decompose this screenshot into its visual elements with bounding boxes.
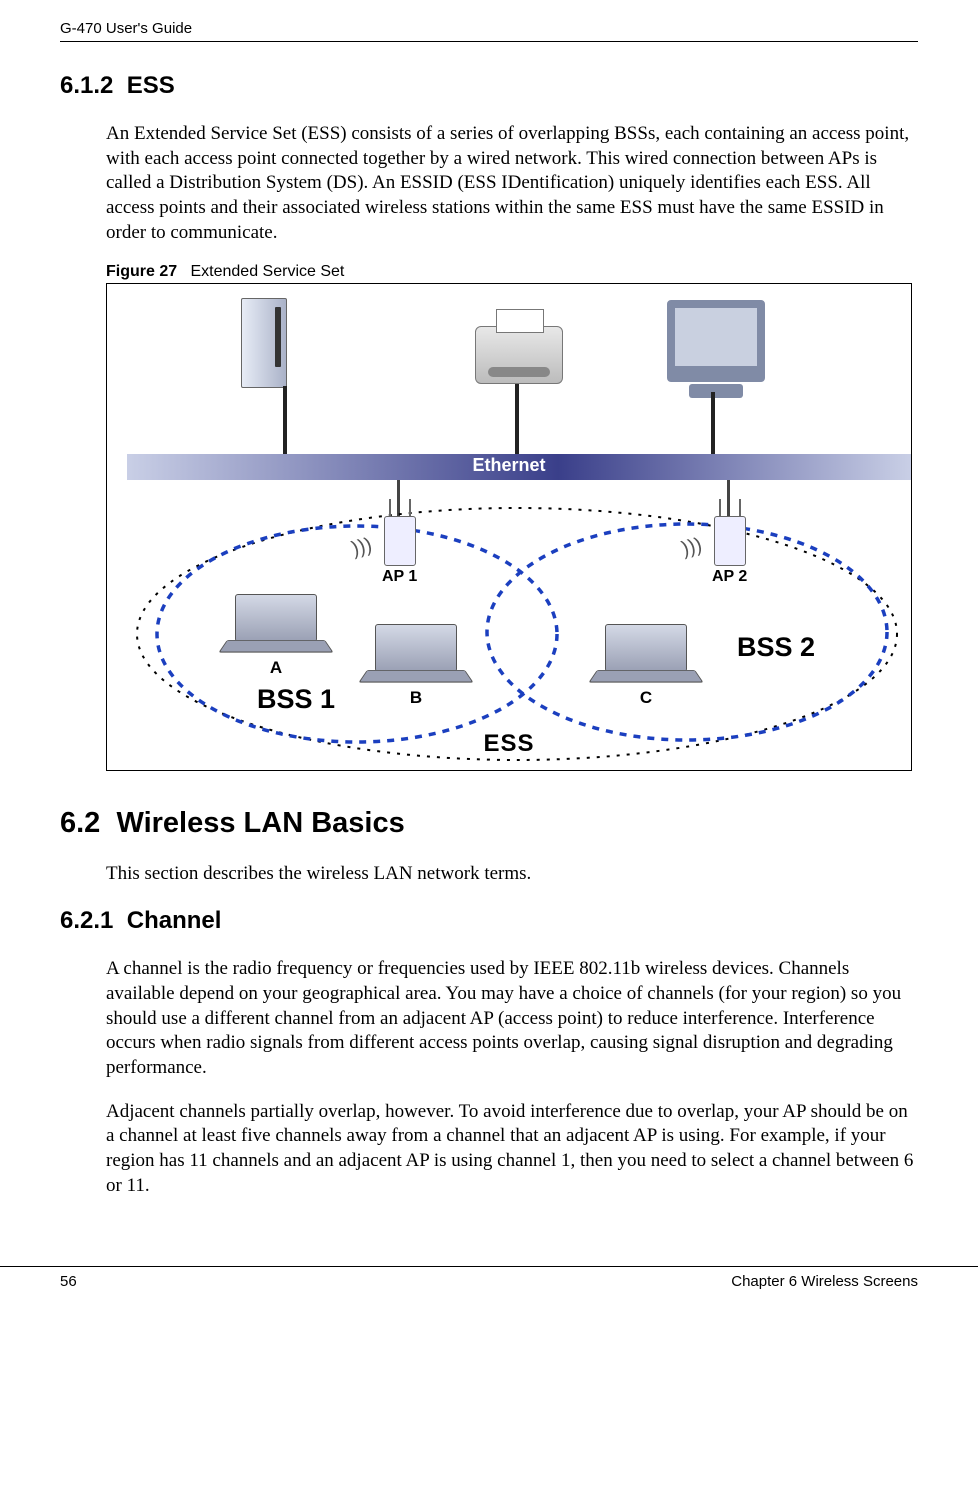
heading-num: 6.2.1: [60, 907, 113, 934]
cable-icon: [397, 480, 400, 516]
cable-icon: [283, 386, 287, 454]
cable-icon: [711, 392, 715, 454]
laptop-a-label: A: [270, 658, 282, 678]
ap2-icon: ))) AP 2: [712, 516, 747, 586]
running-header: G-470 User's Guide: [60, 20, 918, 42]
para-ess-intro: An Extended Service Set (ESS) consists o…: [106, 122, 918, 245]
para-channel-2: Adjacent channels partially overlap, how…: [106, 1100, 918, 1199]
bss1-label: BSS 1: [257, 684, 335, 715]
para-channel-1: A channel is the radio frequency or freq…: [106, 957, 918, 1080]
laptop-c-label: C: [640, 688, 652, 708]
printer-icon: [475, 326, 563, 384]
figure-label: Figure 27: [106, 263, 177, 280]
heading-6-2: 6.2 Wireless LAN Basics: [60, 807, 918, 840]
monitor-icon: [667, 300, 765, 382]
ap2-label: AP 2: [712, 568, 747, 586]
cable-icon: [515, 384, 519, 454]
heading-num: 6.2: [60, 807, 100, 839]
figure-caption: Figure 27 Extended Service Set: [106, 263, 918, 281]
laptop-a-icon: A: [227, 594, 325, 678]
server-tower-icon: [241, 298, 287, 388]
page-number: 56: [60, 1273, 77, 1290]
page-footer: 56 Chapter 6 Wireless Screens: [0, 1266, 978, 1310]
figure-title: Extended Service Set: [190, 263, 344, 280]
laptop-b-label: B: [410, 688, 422, 708]
signal-waves-icon: ))): [679, 534, 704, 561]
ap1-icon: ))) AP 1: [382, 516, 417, 586]
heading-6-1-2: 6.1.2 ESS: [60, 72, 918, 100]
ethernet-label: Ethernet: [472, 455, 545, 476]
ap1-label: AP 1: [382, 568, 417, 586]
laptop-b-icon: B: [367, 624, 465, 708]
heading-6-2-1: 6.2.1 Channel: [60, 907, 918, 935]
para-wlan-basics: This section describes the wireless LAN …: [106, 862, 918, 887]
signal-waves-icon: ))): [349, 534, 374, 561]
heading-num: 6.1.2: [60, 72, 113, 99]
chapter-name: Chapter 6 Wireless Screens: [731, 1273, 918, 1290]
figure-ess-diagram: Ethernet ))) AP 1 ))) AP 2 A: [106, 283, 912, 771]
heading-title: Wireless LAN Basics: [116, 807, 404, 839]
heading-title: ESS: [127, 72, 175, 99]
cable-icon: [727, 480, 730, 516]
heading-title: Channel: [127, 907, 222, 934]
ess-label: ESS: [483, 730, 534, 758]
laptop-c-icon: C: [597, 624, 695, 708]
bss2-label: BSS 2: [737, 632, 815, 663]
